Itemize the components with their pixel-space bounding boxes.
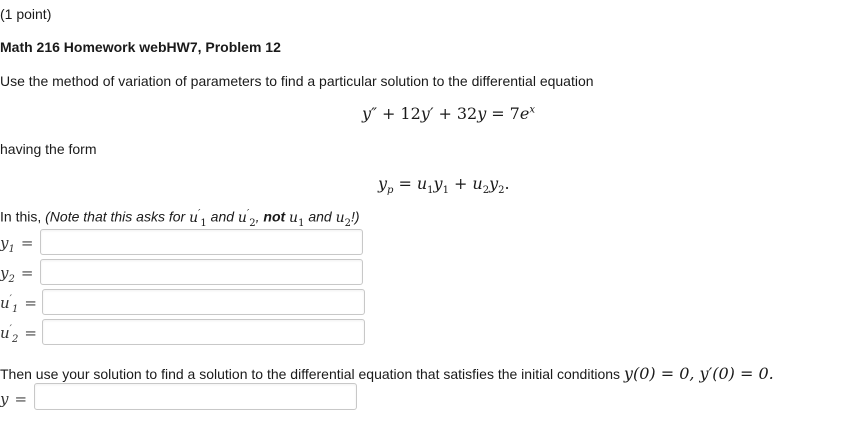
points-label: (1 point) [0, 6, 52, 22]
u2-prime-answer-input[interactable] [42, 319, 365, 345]
initial-conditions: y(0) = 0, y′(0) = 0. [623, 364, 774, 383]
having-the-form-text: having the form [0, 141, 97, 157]
u2-prime-label: u′2 = [0, 324, 37, 345]
u1-prime-answer-input[interactable] [42, 289, 365, 315]
differential-equation: y″ +12y′ +32y = 7ex [362, 104, 535, 123]
problem-title: Math 216 Homework webHW7, Problem 12 [0, 39, 281, 55]
note-line: In this, (Note that this asks for u′1 an… [0, 208, 360, 229]
problem-intro: Use the method of variation of parameter… [0, 73, 594, 89]
ivp-instruction: Then use your solution to find a solutio… [0, 364, 774, 383]
y-label: y = [0, 390, 28, 408]
y1-answer-input[interactable] [40, 229, 363, 255]
u1-prime-label: u′1 = [0, 294, 37, 315]
y1-label: y1 = [0, 234, 34, 255]
particular-solution-form: yp = u1y1 + u2y2. [378, 174, 510, 197]
ivp-solution-input[interactable] [34, 383, 357, 410]
y2-label: y2 = [0, 264, 34, 285]
y2-answer-input[interactable] [40, 259, 363, 285]
